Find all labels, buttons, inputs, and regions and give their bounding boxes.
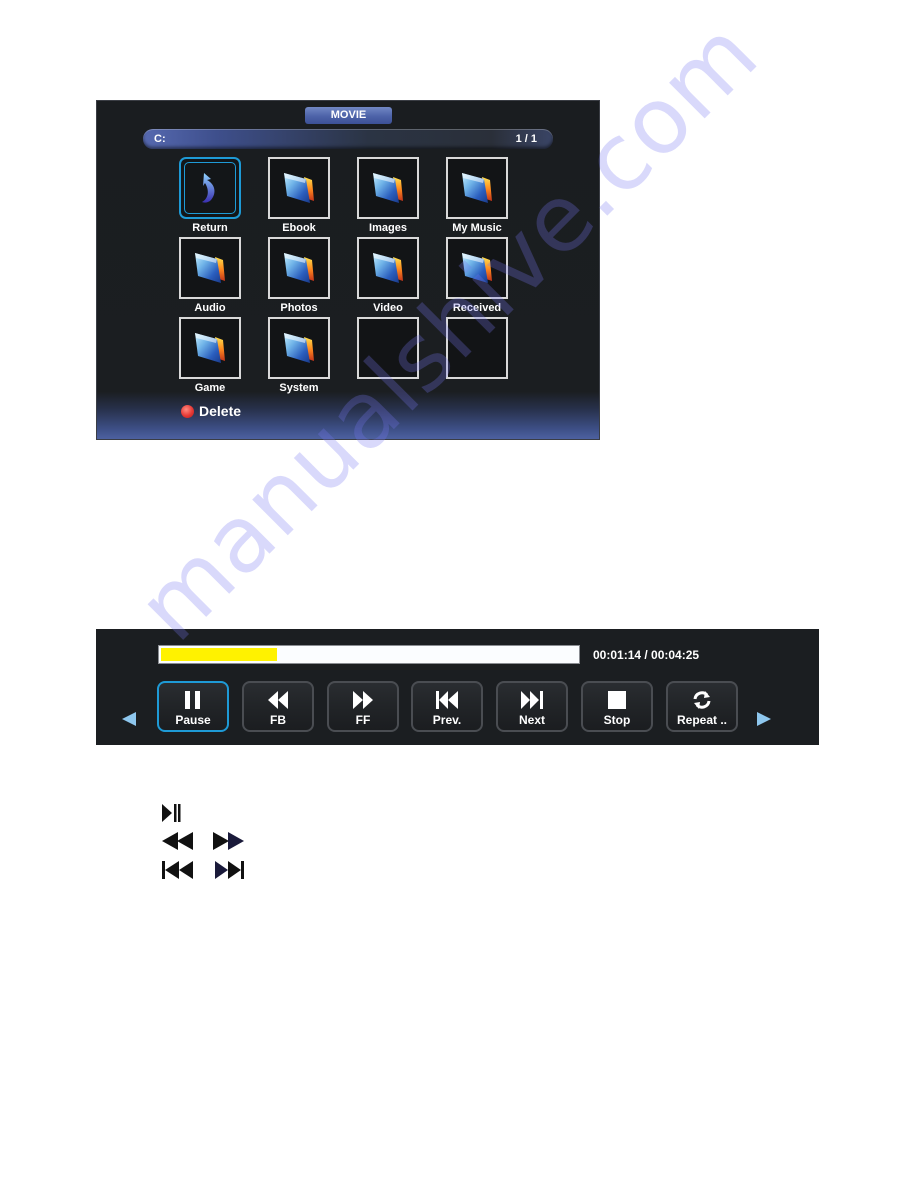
folder-icon [373, 253, 403, 283]
item-label: Images [369, 222, 407, 234]
rewind-icon [162, 832, 193, 850]
item-label: Return [192, 222, 228, 234]
folder-icon [284, 173, 314, 203]
fast-forward-icon [213, 832, 244, 850]
stop-button[interactable]: Stop [581, 681, 653, 732]
folder-item[interactable]: Photos [268, 237, 330, 314]
next-track-icon [521, 691, 543, 709]
next-button[interactable]: Next [496, 681, 568, 732]
folder-icon [284, 333, 314, 363]
skip-previous-icon [162, 861, 193, 879]
control-label: Next [518, 713, 545, 727]
playback-control-bar: 00:01:14 / 00:04:25 Pause FB FF Prev. Ne… [96, 629, 819, 745]
item-label: Photos [280, 302, 318, 314]
fast-backward-button[interactable]: FB [242, 681, 314, 732]
page-indicator: 1 / 1 [515, 133, 537, 145]
folder-item[interactable]: Images [357, 157, 419, 234]
control-label: Stop [603, 713, 631, 727]
folder-item[interactable]: My Music [446, 157, 508, 234]
folder-item[interactable]: Video [357, 237, 419, 314]
progress-bar[interactable] [158, 645, 580, 664]
return-arrow-icon [202, 173, 215, 203]
folder-icon [373, 173, 403, 203]
empty-slot [446, 317, 508, 379]
repeat-icon [693, 691, 711, 709]
pause-button[interactable]: Pause [157, 681, 229, 732]
pause-icon [185, 691, 200, 709]
repeat-button[interactable]: Repeat .. [666, 681, 738, 732]
fast-forward-button[interactable]: FF [327, 681, 399, 732]
folder-icon [284, 253, 314, 283]
delete-label: Delete [199, 403, 242, 419]
folder-icon [462, 173, 492, 203]
delete-hint[interactable]: Delete [181, 403, 241, 419]
item-label: Received [452, 302, 502, 314]
item-label: System [279, 382, 319, 394]
item-label: Game [194, 382, 226, 394]
fast-forward-icon [353, 691, 373, 709]
previous-button[interactable]: Prev. [411, 681, 483, 732]
control-label: Repeat .. [676, 713, 727, 727]
screen-title-tab: MOVIE [305, 107, 392, 124]
play-pause-icon [162, 804, 181, 822]
folder-item[interactable]: Received [446, 237, 508, 314]
item-label: Audio [194, 302, 226, 314]
empty-slot [357, 317, 419, 379]
folder-item[interactable]: Game [179, 317, 241, 394]
fast-backward-icon [268, 691, 288, 709]
item-label: Ebook [282, 222, 316, 234]
control-label: FF [355, 713, 371, 727]
folder-item[interactable]: Audio [179, 237, 241, 314]
movie-browser-screen: MOVIE C: 1 / 1 Return Ebook Images My Mu… [96, 100, 600, 440]
item-label: My Music [452, 222, 502, 234]
red-button-icon [181, 404, 194, 418]
folder-icon [195, 253, 225, 283]
path-bar: C: 1 / 1 [143, 129, 553, 149]
folder-icon [195, 333, 225, 363]
control-label: Pause [175, 713, 211, 727]
current-path: C: [154, 133, 166, 145]
stop-icon [608, 691, 626, 709]
folder-item[interactable]: Ebook [268, 157, 330, 234]
item-label: Video [373, 302, 403, 314]
item-return[interactable]: Return [179, 157, 241, 234]
folder-item[interactable]: System [268, 317, 330, 394]
progress-fill [161, 648, 277, 661]
folder-icon [462, 253, 492, 283]
control-label: Prev. [432, 713, 462, 727]
scroll-left-arrow-icon[interactable] [122, 712, 136, 726]
control-label: FB [270, 713, 286, 727]
previous-track-icon [436, 691, 458, 709]
time-readout: 00:01:14 / 00:04:25 [593, 648, 700, 662]
skip-next-icon [215, 861, 244, 879]
scroll-right-arrow-icon[interactable] [757, 712, 771, 726]
